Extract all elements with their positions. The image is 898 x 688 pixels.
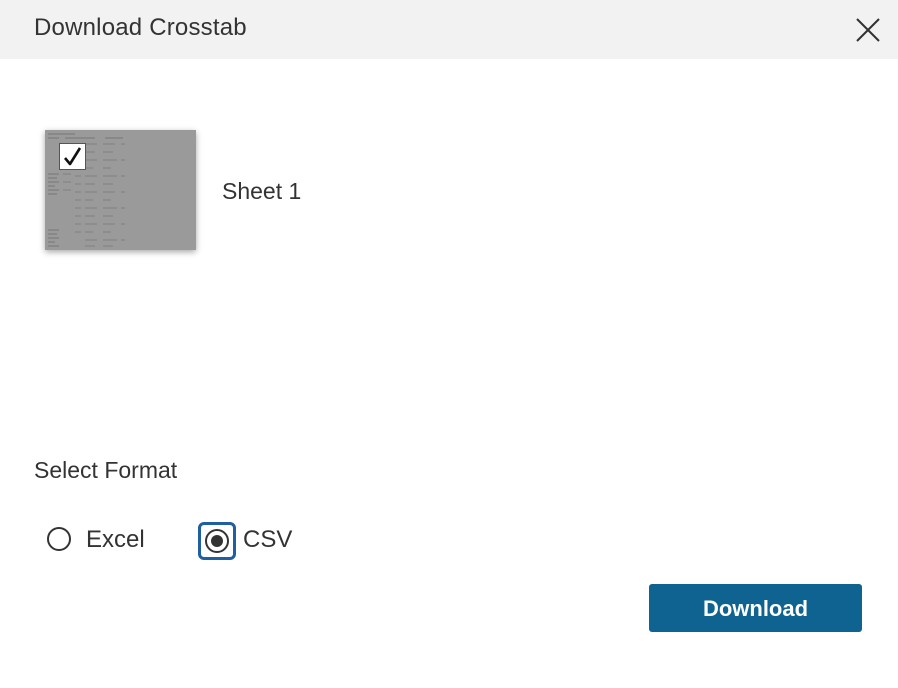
select-format-label: Select Format bbox=[34, 457, 178, 483]
radio-dot bbox=[211, 535, 223, 547]
close-icon bbox=[856, 18, 880, 42]
download-crosstab-dialog: Download Crosstab Sheet 1 Select Format … bbox=[0, 0, 898, 688]
format-option-label: Excel bbox=[86, 526, 145, 553]
format-option-label: CSV bbox=[243, 526, 293, 553]
dialog-header: Download Crosstab bbox=[0, 0, 898, 59]
sheet-label: Sheet 1 bbox=[222, 178, 302, 204]
close-button[interactable] bbox=[848, 10, 888, 50]
dialog-title: Download Crosstab bbox=[34, 14, 247, 41]
download-button[interactable]: Download bbox=[649, 584, 862, 632]
checkmark-icon bbox=[64, 147, 82, 166]
radio-selected-icon bbox=[205, 529, 229, 553]
sheet-checkbox[interactable] bbox=[59, 143, 86, 170]
sheet-thumbnail[interactable] bbox=[45, 130, 196, 250]
radio-unselected-icon bbox=[47, 527, 71, 551]
